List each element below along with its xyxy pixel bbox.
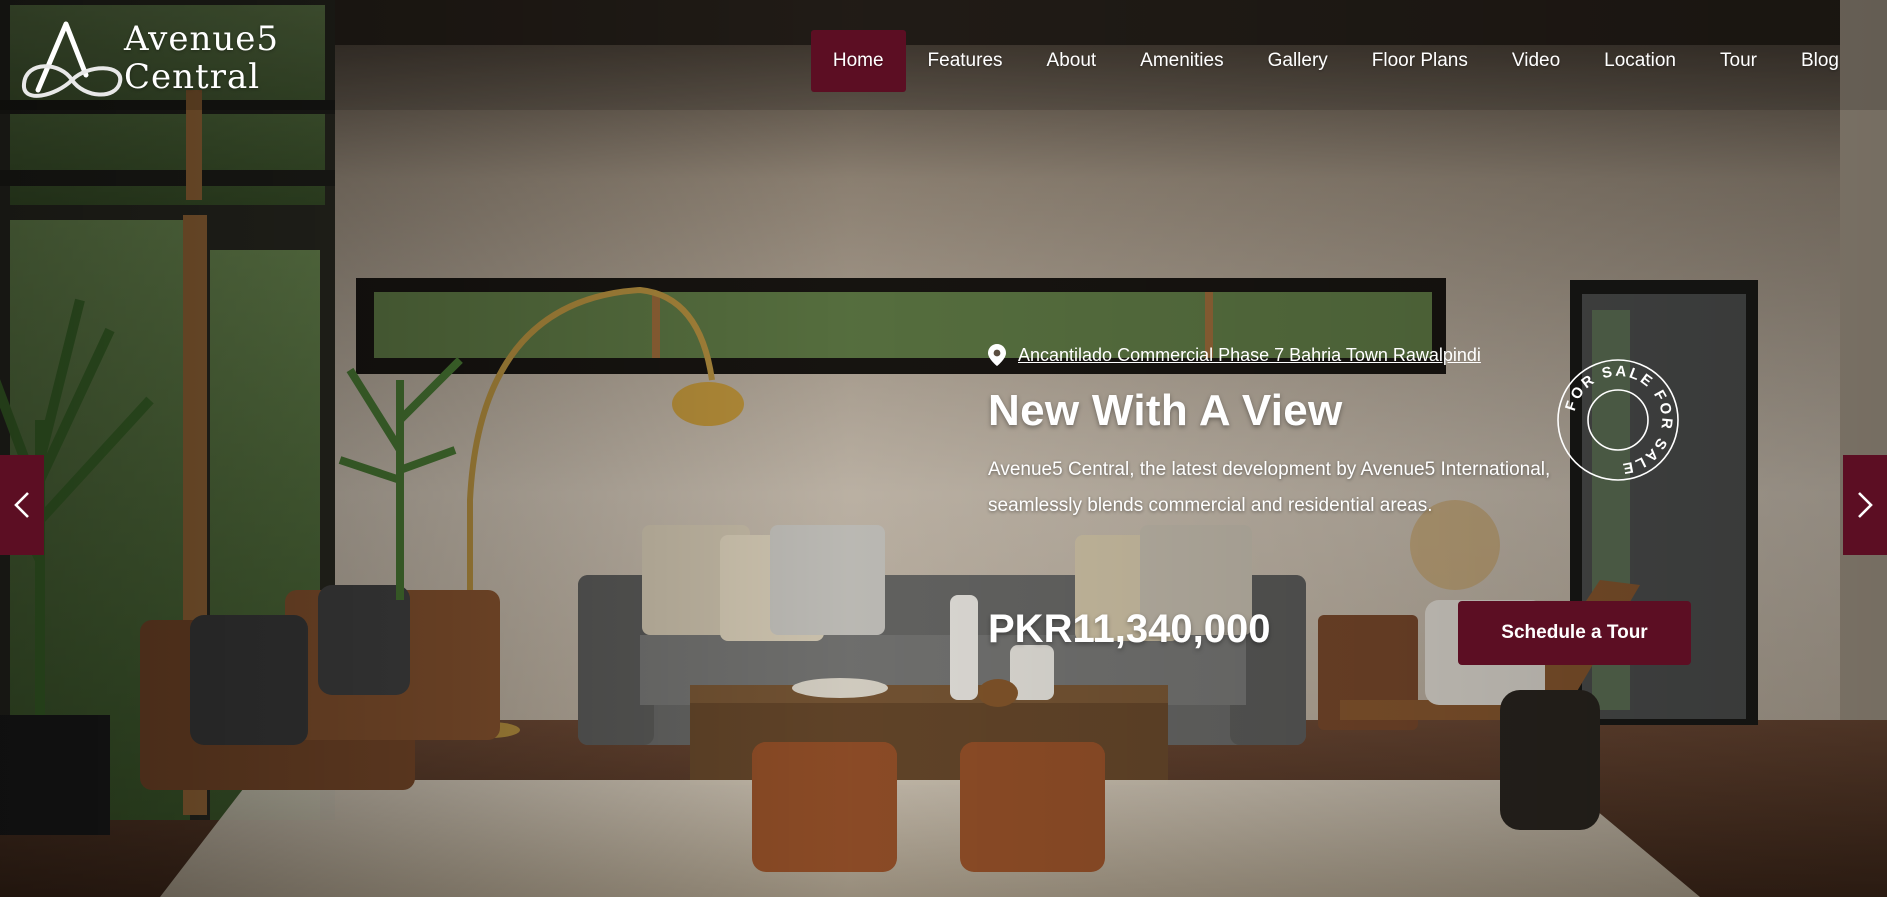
slider-prev-button[interactable] bbox=[0, 455, 44, 555]
svg-text:FOR SALE FOR SALE: FOR SALE FOR SALE bbox=[1562, 363, 1675, 478]
nav-item-amenities[interactable]: Amenities bbox=[1118, 30, 1245, 92]
chevron-left-icon bbox=[14, 492, 29, 518]
chevron-right-icon bbox=[1858, 492, 1873, 518]
brand-wordmark: Avenue5 Central bbox=[124, 22, 279, 94]
nav-item-gallery[interactable]: Gallery bbox=[1246, 30, 1350, 92]
property-location: Ancantilado Commercial Phase 7 Bahria To… bbox=[988, 344, 1481, 366]
for-sale-badge: FOR SALE FOR SALE bbox=[1557, 359, 1679, 481]
nav-item-tour[interactable]: Tour bbox=[1698, 30, 1779, 92]
main-navigation: Home Features About Amenities Gallery Fl… bbox=[810, 30, 1861, 92]
nav-item-location[interactable]: Location bbox=[1582, 30, 1698, 92]
brand-line-2: Central bbox=[124, 57, 261, 97]
schedule-tour-button[interactable]: Schedule a Tour bbox=[1458, 601, 1691, 665]
nav-item-floor-plans[interactable]: Floor Plans bbox=[1350, 30, 1490, 92]
badge-text: FOR SALE FOR SALE bbox=[1562, 363, 1673, 478]
location-link[interactable]: Ancantilado Commercial Phase 7 Bahria To… bbox=[1018, 345, 1481, 366]
nav-item-video[interactable]: Video bbox=[1490, 30, 1582, 92]
hero-section: Avenue5 Central Home Features About Amen… bbox=[0, 0, 1887, 897]
nav-item-home[interactable]: Home bbox=[810, 30, 906, 92]
hero-title: New With A View bbox=[988, 386, 1343, 435]
map-pin-icon bbox=[988, 344, 1006, 366]
brand-logo[interactable]: Avenue5 Central bbox=[16, 20, 278, 102]
nav-item-about[interactable]: About bbox=[1025, 30, 1119, 92]
hero-description: Avenue5 Central, the latest development … bbox=[988, 459, 1551, 516]
nav-item-blog[interactable]: Blog bbox=[1779, 30, 1861, 92]
slider-next-button[interactable] bbox=[1843, 455, 1887, 555]
brand-line-1: Avenue5 bbox=[124, 19, 280, 59]
logo-emblem-icon bbox=[22, 21, 123, 98]
nav-item-features[interactable]: Features bbox=[906, 30, 1025, 92]
property-price: PKR11,340,000 bbox=[988, 607, 1271, 651]
